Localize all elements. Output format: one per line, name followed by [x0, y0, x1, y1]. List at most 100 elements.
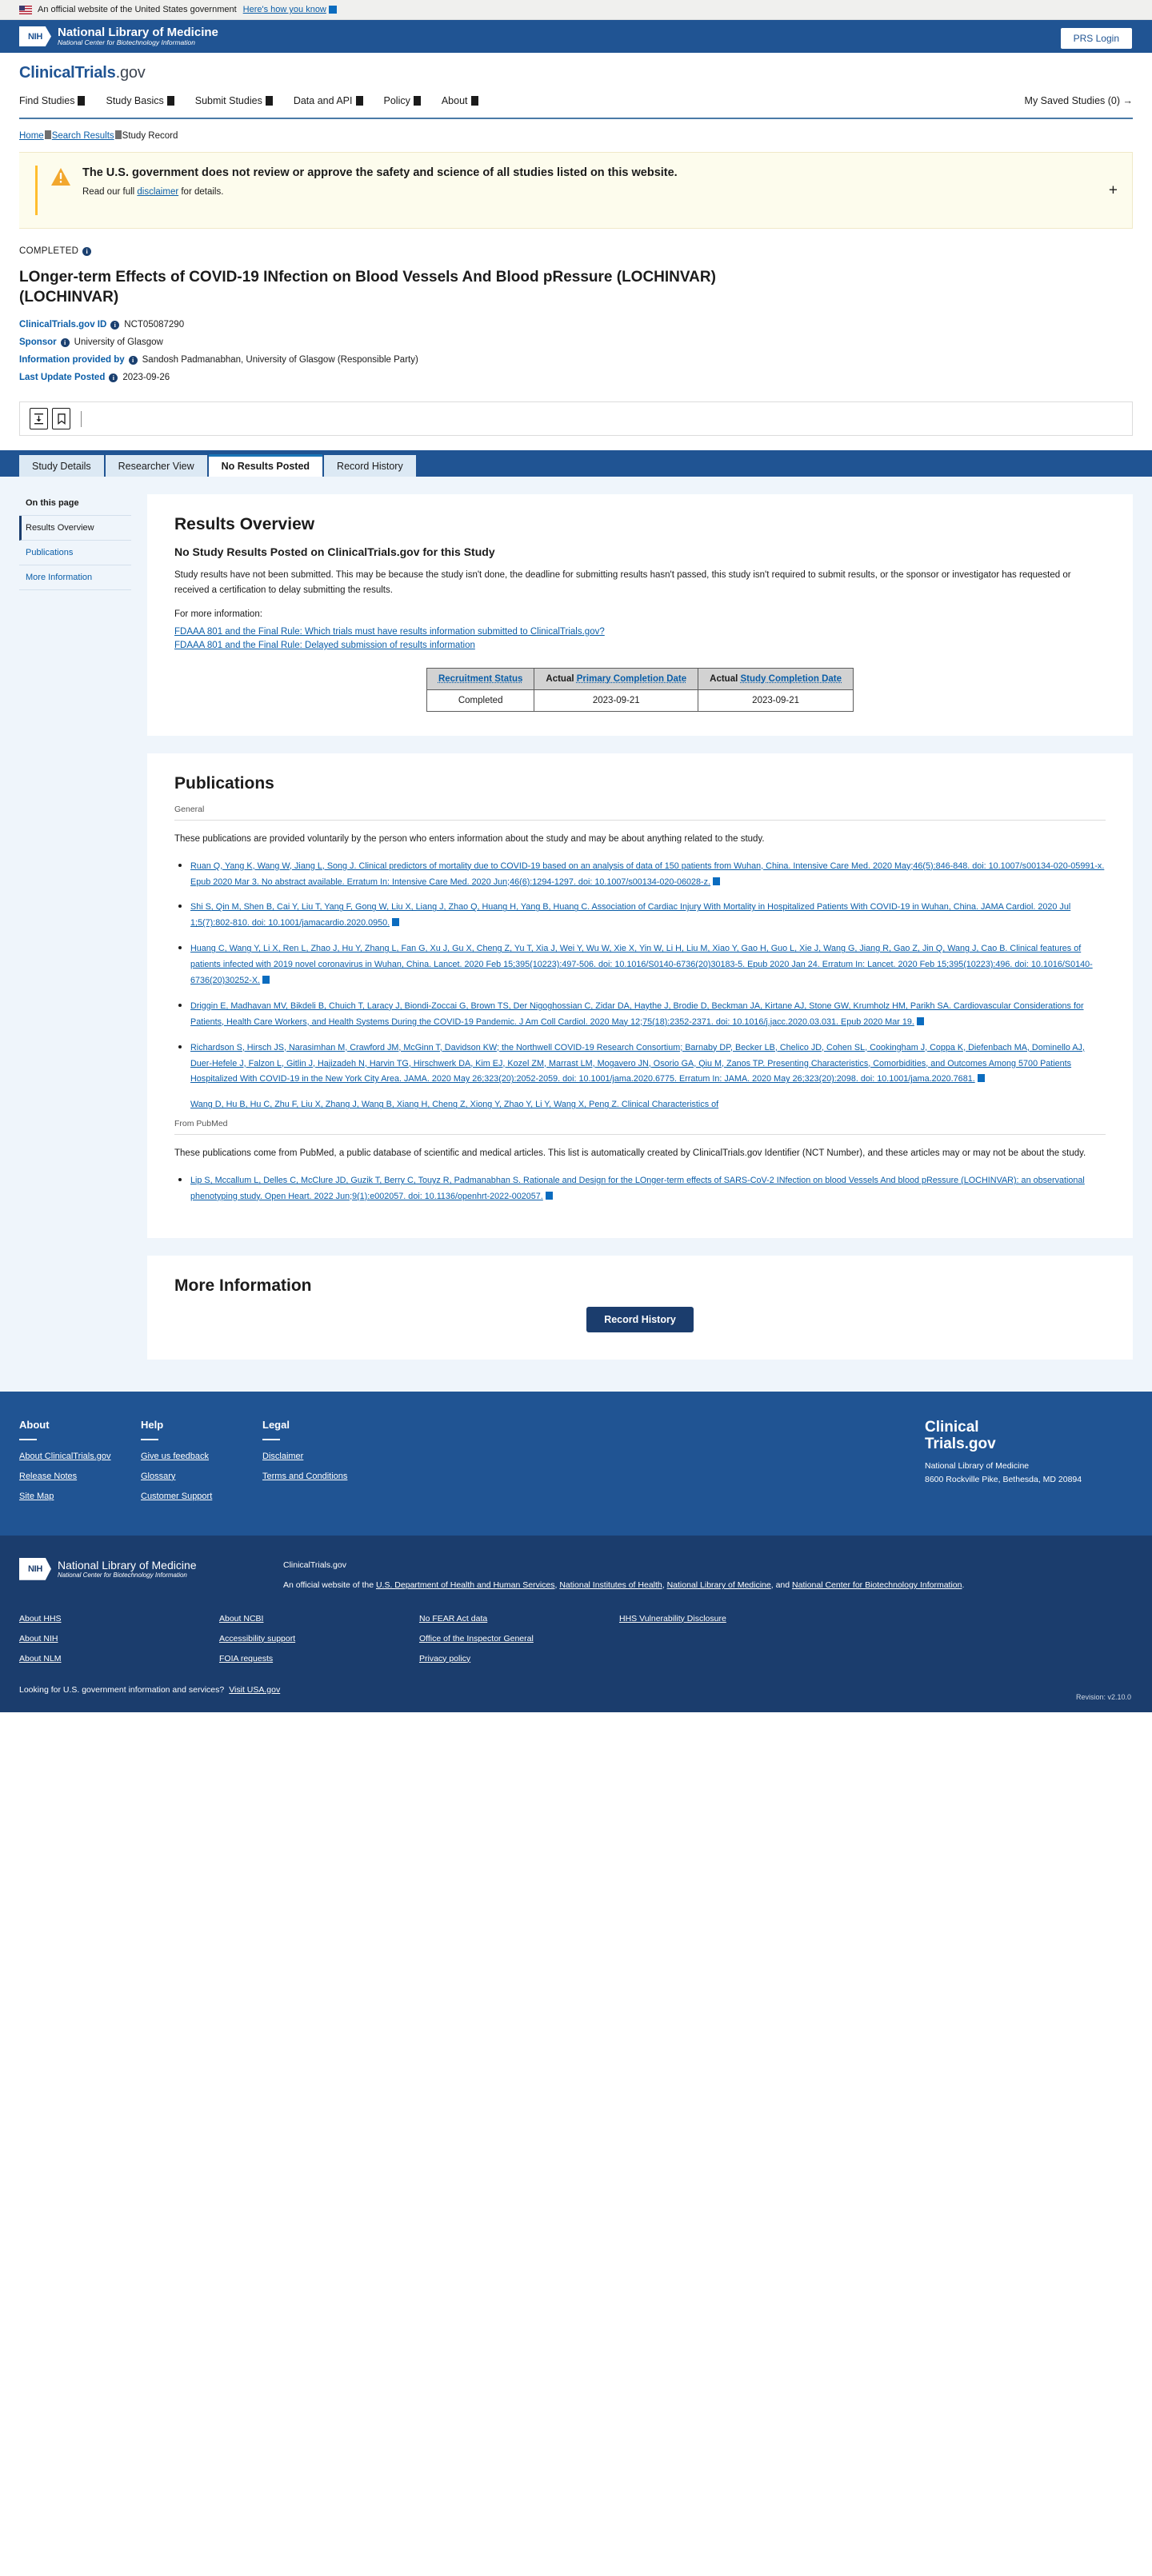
ncbi-link[interactable]: National Center for Biotechnology Inform… — [792, 1580, 962, 1590]
breadcrumb-search-results[interactable]: Search Results — [52, 131, 114, 141]
my-saved-studies-link[interactable]: My Saved Studies (0) → — [1025, 95, 1133, 106]
footer-link-foia-requests[interactable]: FOIA requests — [219, 1654, 419, 1663]
recruitment-status-link[interactable]: Recruitment Status — [438, 674, 522, 684]
fdaaa-delayed-submission-link[interactable]: FDAAA 801 and the Final Rule: Delayed su… — [174, 641, 1106, 650]
site-logo[interactable]: ClinicalTrials.gov — [19, 64, 1133, 82]
nih-link[interactable]: National Institutes of Health — [559, 1580, 662, 1590]
record-history-button[interactable]: Record History — [586, 1306, 694, 1332]
external-link-icon[interactable] — [262, 976, 270, 984]
tab-no-results-posted[interactable]: No Results Posted — [208, 453, 323, 477]
publication-link[interactable]: Huang C, Wang Y, Li X, Ren L, Zhao J, Hu… — [190, 944, 1093, 985]
external-link-icon[interactable] — [545, 1191, 553, 1200]
footer-link-accessibility-support[interactable]: Accessibility support — [219, 1634, 419, 1643]
results-overview-body: Study results have not been submitted. T… — [174, 570, 1071, 595]
alert-sub-suffix: for details. — [178, 186, 224, 197]
footer-link-site-map[interactable]: Site Map — [19, 1492, 141, 1501]
sidebar-item-results-overview[interactable]: Results Overview — [19, 516, 131, 541]
chevron-down-icon — [413, 96, 421, 106]
footer-nlm-logo[interactable]: NIH National Library of Medicine Nationa… — [19, 1557, 283, 1580]
tab-researcher-view[interactable]: Researcher View — [105, 454, 207, 477]
info-icon[interactable]: i — [60, 337, 70, 347]
chevron-down-icon[interactable] — [328, 6, 337, 14]
info-icon[interactable]: i — [110, 320, 120, 329]
tab-study-details[interactable]: Study Details — [19, 454, 104, 477]
usa-gov-text: Looking for U.S. government information … — [19, 1684, 225, 1695]
meta-row-information-provided-by: Information provided by i Sandosh Padman… — [19, 355, 1133, 365]
actual-prefix: Actual — [546, 674, 574, 685]
info-icon[interactable]: i — [82, 246, 92, 256]
results-overview-heading: Results Overview — [174, 515, 315, 534]
warning-icon — [51, 168, 70, 186]
meta-label: Last Update Posted — [19, 373, 106, 383]
publication-link[interactable]: Ruan Q, Yang K, Wang W, Jiang L, Song J.… — [190, 861, 1104, 887]
footer-brand-org: National Library of Medicine — [925, 1461, 1030, 1472]
logo-suffix: .gov — [115, 64, 146, 82]
footer-link-about-hhs[interactable]: About HHS — [19, 1614, 219, 1623]
list-item: Ruan Q, Yang K, Wang W, Jiang L, Song J.… — [190, 858, 1106, 890]
footer-link-about-nlm[interactable]: About NLM — [19, 1654, 219, 1663]
footer-link-privacy-policy[interactable]: Privacy policy — [419, 1654, 619, 1663]
footer-link-release-notes[interactable]: Release Notes — [19, 1472, 141, 1481]
external-link-icon[interactable] — [713, 877, 721, 885]
toolbar-divider — [81, 410, 82, 427]
sidebar-item-more-information[interactable]: More Information — [19, 565, 131, 591]
general-intro-text: These publications are provided voluntar… — [174, 834, 765, 845]
nav-item-data-and-api[interactable]: Data and API — [294, 95, 363, 106]
publication-link[interactable]: Lip S, Mccallum L, Delles C, McClure JD,… — [190, 1176, 1085, 1201]
chevron-down-icon — [355, 96, 363, 106]
external-link-icon[interactable] — [392, 918, 400, 927]
nav-item-about[interactable]: About — [442, 95, 478, 106]
footer-link-customer-support[interactable]: Customer Support — [141, 1492, 262, 1501]
footer-official-text: ClinicalTrials.gov An official website o… — [283, 1558, 964, 1593]
footer-link-about-clinicaltrials[interactable]: About ClinicalTrials.gov — [19, 1452, 141, 1461]
footer-link-disclaimer[interactable]: Disclaimer — [262, 1452, 384, 1461]
disclaimer-link[interactable]: disclaimer — [137, 187, 178, 197]
nav-label: Submit Studies — [194, 95, 262, 106]
chevron-down-icon — [470, 96, 478, 106]
nav-item-policy[interactable]: Policy — [384, 95, 421, 106]
footer-link-office-of-inspector-general[interactable]: Office of the Inspector General — [419, 1634, 619, 1643]
info-icon[interactable]: i — [109, 373, 118, 382]
breadcrumb-current: Study Record — [122, 131, 178, 141]
primary-completion-date-link[interactable]: Primary Completion Date — [577, 674, 686, 684]
nav-item-find-studies[interactable]: Find Studies — [19, 95, 86, 106]
external-link-icon[interactable] — [916, 1016, 924, 1025]
info-icon[interactable]: i — [128, 355, 138, 365]
pubmed-intro-text: These publications come from PubMed, a p… — [174, 1148, 1086, 1159]
footer-link-about-ncbi[interactable]: About NCBI — [219, 1614, 419, 1623]
revision-label: Revision: v2.10.0 — [1075, 1692, 1131, 1701]
nlm-link[interactable]: National Library of Medicine — [667, 1580, 771, 1590]
hhs-link[interactable]: U.S. Department of Health and Human Serv… — [376, 1580, 555, 1590]
footer-link-hhs-vulnerability-disclosure[interactable]: HHS Vulnerability Disclosure — [619, 1614, 726, 1623]
external-link-icon[interactable] — [977, 1074, 985, 1083]
download-button[interactable] — [30, 408, 48, 430]
publication-link[interactable]: Shi S, Qin M, Shen B, Cai Y, Liu T, Yang… — [190, 902, 1070, 928]
breadcrumb-home[interactable]: Home — [19, 131, 44, 141]
footer-brand: Clinical Trials.gov National Library of … — [925, 1419, 1133, 1512]
footer-link-terms-and-conditions[interactable]: Terms and Conditions — [262, 1472, 384, 1481]
publication-link[interactable]: Wang D, Hu B, Hu C, Zhu F, Liu X, Zhang … — [190, 1100, 718, 1109]
footer-link-no-fear-act-data[interactable]: No FEAR Act data — [419, 1614, 619, 1623]
list-item: Richardson S, Hirsch JS, Narasimhan M, C… — [190, 1040, 1106, 1088]
alert-expand-button[interactable]: + — [1109, 183, 1118, 198]
study-completion-date-link[interactable]: Study Completion Date — [741, 674, 842, 684]
save-study-button[interactable] — [52, 408, 70, 430]
prs-login-button[interactable]: PRS Login — [1059, 27, 1133, 50]
tab-record-history[interactable]: Record History — [324, 454, 416, 477]
publication-link[interactable]: Richardson S, Hirsch JS, Narasimhan M, C… — [190, 1043, 1085, 1084]
sidebar-title: On this page — [19, 498, 131, 517]
publication-link[interactable]: Driggin E, Madhavan MV, Bikdeli B, Chuic… — [190, 1001, 1084, 1027]
nlm-logo[interactable]: NIH National Library of Medicine Nationa… — [19, 26, 218, 47]
nav-item-study-basics[interactable]: Study Basics — [106, 95, 174, 106]
footer-link-glossary[interactable]: Glossary — [141, 1472, 262, 1481]
sidebar-item-publications[interactable]: Publications — [19, 541, 131, 566]
nav-item-submit-studies[interactable]: Submit Studies — [195, 95, 273, 106]
fdaaa-which-trials-link[interactable]: FDAAA 801 and the Final Rule: Which tria… — [174, 627, 1106, 637]
footer-link-give-us-feedback[interactable]: Give us feedback — [141, 1452, 262, 1461]
heres-how-you-know-link[interactable]: Here's how you know — [243, 5, 326, 14]
visit-usa-gov-link[interactable]: Visit USA.gov — [229, 1685, 280, 1695]
alert-title: The U.S. government does not review or a… — [82, 166, 678, 179]
general-group-label: General — [174, 805, 205, 815]
footer-link-about-nih[interactable]: About NIH — [19, 1634, 219, 1643]
page-body: On this page Results Overview Publicatio… — [0, 477, 1152, 1392]
